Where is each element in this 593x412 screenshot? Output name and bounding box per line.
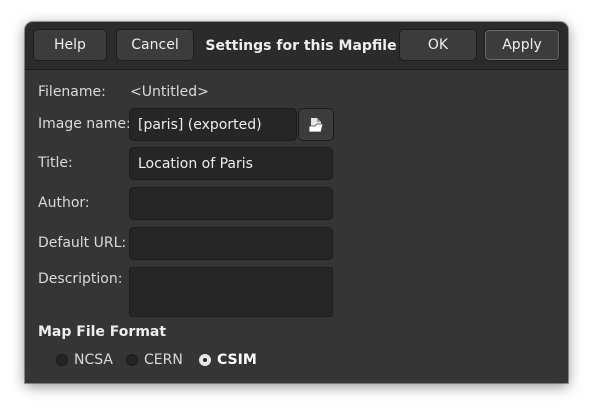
- radio-label: NCSA: [74, 352, 113, 368]
- apply-button[interactable]: Apply: [484, 29, 560, 61]
- description-textarea[interactable]: [129, 267, 333, 317]
- radio-cern[interactable]: CERN: [126, 352, 183, 368]
- default-url-field[interactable]: [129, 227, 333, 260]
- radio-ncsa[interactable]: NCSA: [56, 352, 113, 368]
- cancel-button[interactable]: Cancel: [116, 29, 194, 61]
- filename-label: Filename:: [38, 84, 106, 100]
- author-label: Author:: [38, 195, 90, 211]
- dialog-header: Help Cancel Settings for this Mapfile OK…: [25, 22, 568, 70]
- open-file-icon: [308, 117, 324, 132]
- radio-indicator[interactable]: [126, 354, 138, 366]
- radio-label: CERN: [144, 352, 183, 368]
- dialog-title: Settings for this Mapfile: [205, 37, 397, 54]
- radio-indicator[interactable]: [199, 354, 211, 366]
- map-file-format-heading: Map File Format: [38, 324, 167, 340]
- filename-value: <Untitled>: [130, 84, 209, 100]
- author-field[interactable]: [129, 187, 333, 220]
- ok-button[interactable]: OK: [399, 29, 477, 61]
- browse-button[interactable]: [298, 108, 334, 141]
- default-url-label: Default URL:: [38, 235, 127, 251]
- help-button[interactable]: Help: [33, 29, 107, 61]
- image-name-label: Image name:: [38, 116, 131, 132]
- radio-csim[interactable]: CSIM: [199, 352, 257, 368]
- mapfile-settings-dialog: Help Cancel Settings for this Mapfile OK…: [25, 22, 568, 383]
- title-label: Title:: [38, 155, 73, 171]
- radio-label: CSIM: [217, 352, 257, 368]
- description-label: Description:: [38, 271, 123, 287]
- image-name-field[interactable]: [paris] (exported): [129, 108, 297, 141]
- radio-indicator[interactable]: [56, 354, 68, 366]
- title-field[interactable]: Location of Paris: [129, 147, 333, 180]
